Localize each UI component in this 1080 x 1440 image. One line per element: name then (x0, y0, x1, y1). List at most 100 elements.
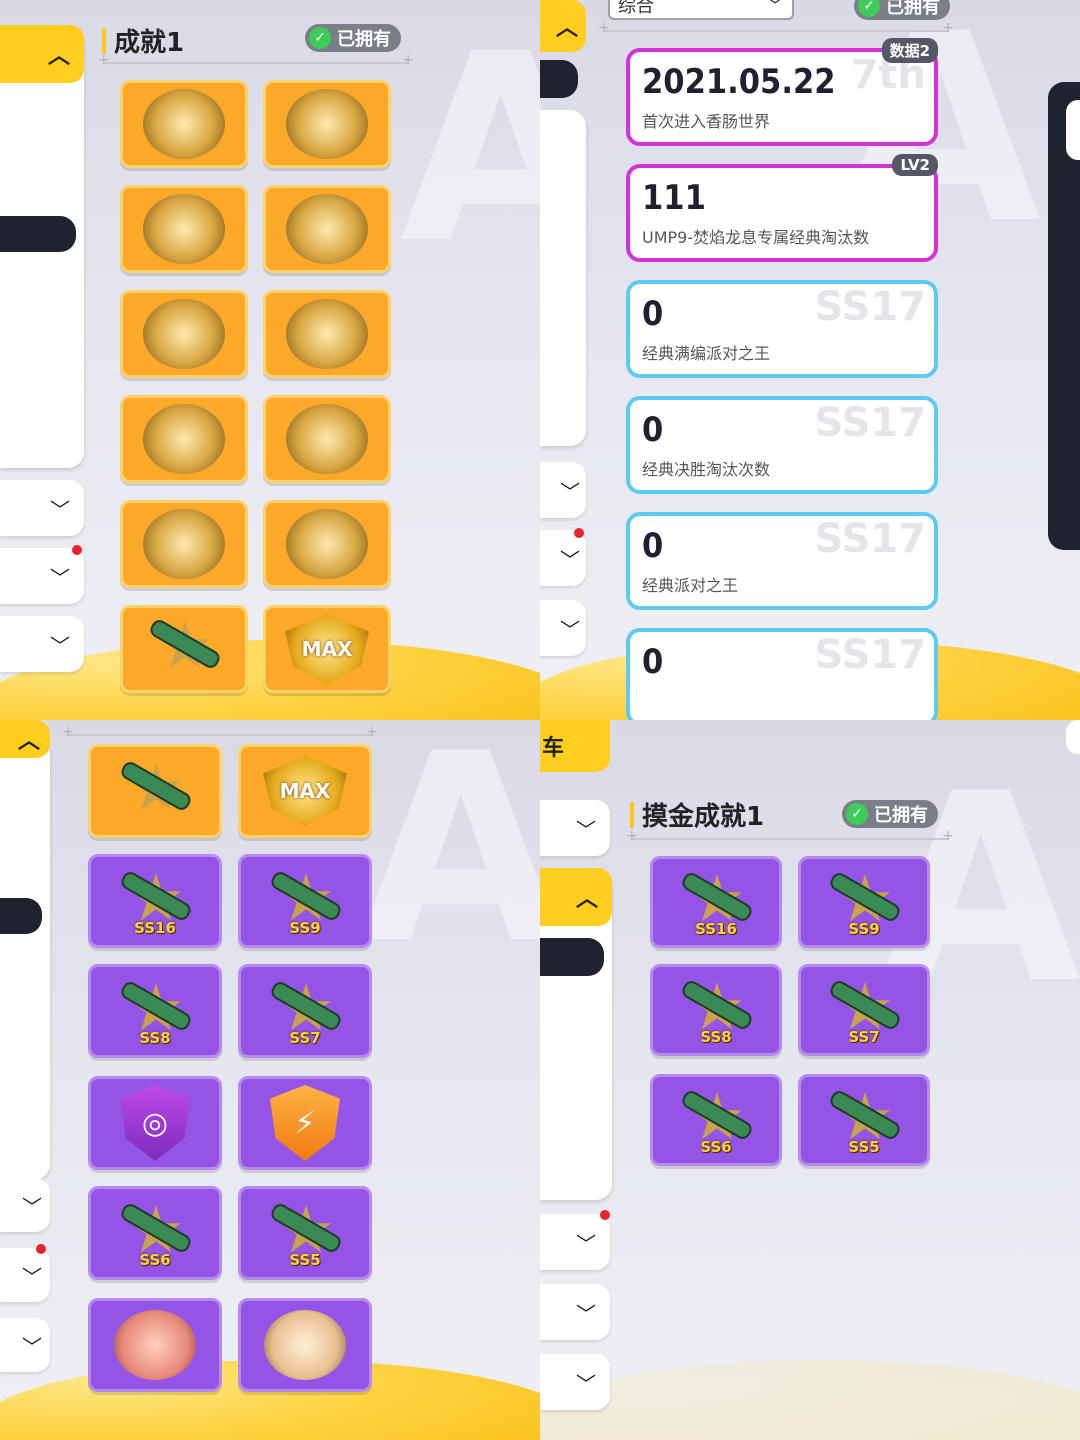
rocket-tile[interactable]: SS8 (88, 964, 222, 1058)
achievement-tile[interactable] (120, 500, 248, 588)
cheese-decoration (540, 1360, 1080, 1440)
menu-row-1[interactable]: ﹀ (540, 462, 586, 518)
max-badge-icon: MAX (285, 614, 369, 684)
rocket-tile[interactable]: SS7 (238, 964, 372, 1058)
menu-row-3[interactable]: ﹀ (0, 1318, 50, 1372)
check-icon: ✓ (309, 27, 331, 49)
filter-dropdown[interactable]: 综合 ﹀ (608, 0, 794, 20)
selected-item[interactable] (0, 216, 76, 252)
target-shield-icon: ◎ (120, 1085, 190, 1161)
stat-desc: 经典派对之王 (642, 576, 739, 595)
divider (98, 52, 414, 68)
background-logo: A (360, 720, 540, 1001)
max-badge-icon: MAX (263, 756, 347, 826)
right-panel-button[interactable] (1066, 720, 1080, 754)
chevron-down-icon: ﹀ (576, 1371, 596, 1396)
achievement-tile[interactable] (263, 80, 391, 168)
rocket-launcher-icon: SS5 (262, 1197, 348, 1269)
notification-dot (36, 1244, 46, 1254)
rocket-launcher-icon: SS9 (262, 865, 348, 937)
achievement-tile[interactable] (120, 80, 248, 168)
achievement-tile[interactable] (120, 290, 248, 378)
rocket-tile[interactable] (120, 605, 248, 693)
stat-desc: 首次进入香肠世界 (642, 112, 771, 131)
collapse-button[interactable]: ︿ (0, 720, 50, 758)
rocket-launcher-icon (141, 613, 227, 685)
achievement-tile[interactable] (263, 290, 391, 378)
chevron-up-icon: ︿ (47, 44, 70, 69)
stat-card[interactable]: SS17 0 (626, 628, 938, 720)
achievement-icon (286, 194, 368, 264)
collapse-button[interactable]: ︿ (540, 0, 586, 52)
sausage-hug-icon (114, 1310, 196, 1380)
card-watermark: SS17 (814, 632, 926, 678)
rocket-tile[interactable]: SS9 (798, 856, 930, 948)
selected-item[interactable] (0, 898, 42, 934)
menu-row-1[interactable]: ﹀ (540, 1214, 610, 1270)
stat-card[interactable]: SS17 0 经典派对之王 (626, 512, 938, 610)
max-tile[interactable]: MAX (238, 744, 372, 838)
chevron-down-icon: ﹀ (576, 1301, 596, 1326)
menu-row-1[interactable]: ﹀ (0, 480, 84, 536)
menu-row-2[interactable]: ﹀ (0, 548, 84, 604)
chevron-down-icon: ﹀ (576, 817, 596, 842)
stat-card[interactable]: SS17 0 经典决胜淘汰次数 (626, 396, 938, 494)
collapse-button[interactable]: ︿ (540, 868, 612, 926)
rocket-launcher-icon (112, 755, 198, 827)
menu-row-2[interactable]: ﹀ (540, 530, 586, 586)
stat-card[interactable]: 111 UMP9-焚焰龙息专属经典淘汰数 LV2 (626, 154, 938, 262)
rocket-tile[interactable]: SS6 (88, 1186, 222, 1280)
achievement-tile[interactable] (238, 1298, 372, 1392)
achievement-tile[interactable] (263, 500, 391, 588)
notification-dot (574, 528, 584, 538)
selected-item[interactable] (540, 938, 604, 976)
tab-header[interactable]: 车 (540, 720, 610, 772)
panel-achievements-1: A ︿ ﹀ ﹀ ﹀ 成就1 ✓已拥有 MAX (0, 0, 540, 720)
rocket-tile[interactable]: SS6 (650, 1074, 782, 1166)
selected-item[interactable] (540, 60, 578, 98)
achievement-tile[interactable] (88, 1298, 222, 1392)
shield-tile[interactable]: ⚡ (238, 1076, 372, 1170)
rocket-tile[interactable]: SS8 (650, 964, 782, 1056)
chevron-down-icon: ﹀ (560, 479, 580, 504)
rocket-tile[interactable] (88, 744, 222, 838)
rocket-tile[interactable]: SS7 (798, 964, 930, 1056)
menu-row-top[interactable]: ﹀ (540, 800, 610, 856)
rocket-launcher-icon: SS7 (262, 975, 348, 1047)
lightning-shield-icon: ⚡ (270, 1085, 340, 1161)
collapse-button[interactable]: ︿ (0, 25, 84, 83)
rocket-tile[interactable]: SS5 (798, 1074, 930, 1166)
rocket-tile[interactable]: SS16 (88, 854, 222, 948)
stat-desc: UMP9-焚焰龙息专属经典淘汰数 (642, 228, 870, 247)
achievement-tile[interactable] (263, 185, 391, 273)
menu-row-3[interactable]: ﹀ (0, 616, 84, 672)
stat-value: 111 (642, 178, 706, 218)
menu-row-3[interactable]: ﹀ (540, 1354, 610, 1410)
max-tile[interactable]: MAX (263, 605, 391, 693)
achievement-tile[interactable] (120, 185, 248, 273)
chevron-down-icon: ﹀ (50, 633, 70, 658)
rocket-launcher-icon: SS6 (112, 1197, 198, 1269)
stat-card[interactable]: SS17 0 经典满编派对之王 (626, 280, 938, 378)
stat-desc: 经典满编派对之王 (642, 344, 771, 363)
panel-achievements-scrolled: A ︿ ﹀ ﹀ ﹀ MAX SS16 SS9 SS8 SS7 ◎ ⚡ SS6 S… (0, 720, 540, 1440)
divider (598, 20, 954, 36)
shield-tile[interactable]: ◎ (88, 1076, 222, 1170)
menu-row-2[interactable]: ﹀ (0, 1248, 50, 1302)
achievement-icon (143, 509, 225, 579)
rocket-tile[interactable]: SS5 (238, 1186, 372, 1280)
chevron-down-icon: ﹀ (22, 1334, 42, 1359)
rocket-tile[interactable]: SS9 (238, 854, 372, 948)
background-logo: A (400, 0, 540, 301)
rocket-tile[interactable]: SS16 (650, 856, 782, 948)
stat-desc: 经典决胜淘汰次数 (642, 460, 771, 479)
chevron-down-icon: ﹀ (576, 1231, 596, 1256)
right-panel-button[interactable] (1066, 100, 1080, 160)
menu-row-3[interactable]: ﹀ (540, 600, 586, 656)
stat-card[interactable]: 7th 2021.05.22 首次进入香肠世界 数据2 (626, 38, 938, 146)
menu-row-1[interactable]: ﹀ (0, 1178, 50, 1232)
achievement-tile[interactable] (263, 395, 391, 483)
achievement-tile[interactable] (120, 395, 248, 483)
chevron-down-icon: ﹀ (22, 1194, 42, 1219)
menu-row-2[interactable]: ﹀ (540, 1284, 610, 1340)
